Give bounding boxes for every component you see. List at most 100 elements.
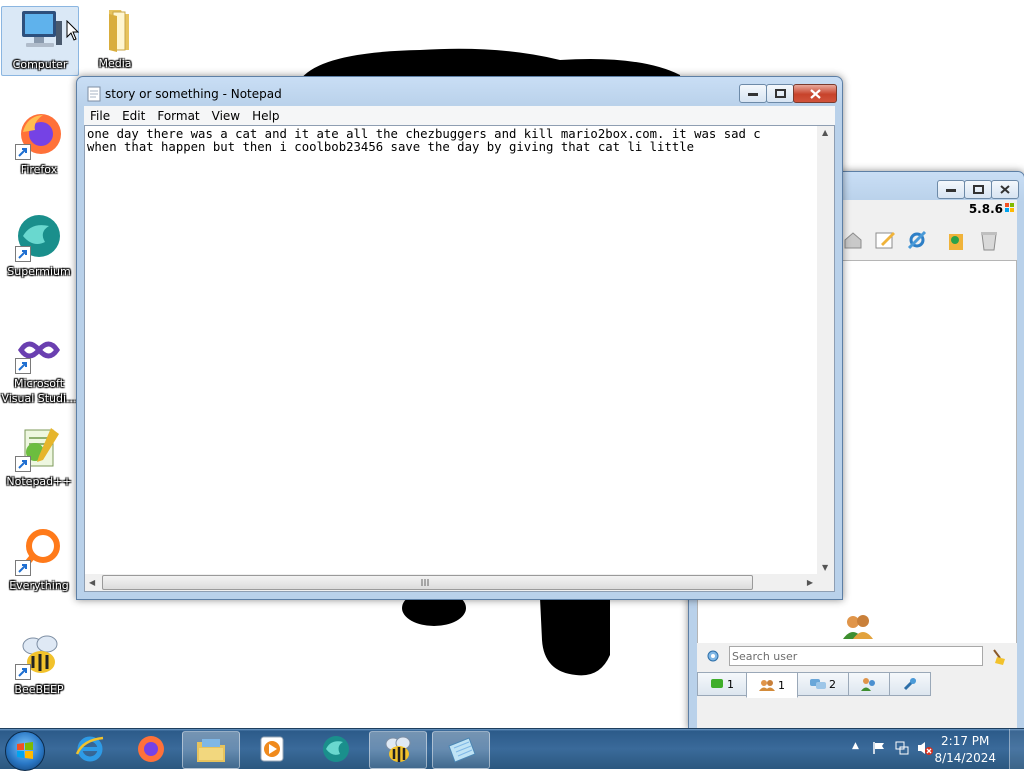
- beebeep-bottom-area: Search user 1 1 2: [697, 643, 1017, 728]
- show-hidden-icons-icon[interactable]: ▲: [852, 741, 859, 751]
- trash-icon[interactable]: [977, 228, 1001, 252]
- users-exit-icon[interactable]: [945, 228, 969, 252]
- taskbar: ▲ 2:17 PM 8/14/2024: [0, 728, 1024, 771]
- search-settings-icon[interactable]: [706, 649, 720, 663]
- maximize-button[interactable]: [964, 180, 992, 199]
- windows-flag-icon: [1005, 203, 1014, 212]
- text-editor[interactable]: one day there was a cat and it ate all t…: [84, 125, 835, 592]
- search-user-input[interactable]: Search user: [729, 646, 983, 666]
- clock-time: 2:17 PM: [941, 734, 990, 748]
- menu-format[interactable]: Format: [151, 109, 205, 123]
- shortcut-arrow-icon: [15, 144, 31, 160]
- volume-muted-icon[interactable]: [916, 740, 934, 756]
- taskbar-media-player[interactable]: [244, 731, 300, 767]
- menu-bar: File Edit Format View Help: [84, 106, 835, 125]
- tab-count: 1: [778, 678, 785, 692]
- taskbar-notepad[interactable]: [432, 731, 490, 769]
- chat-icon: [711, 679, 723, 688]
- clock[interactable]: 2:17 PM 8/14/2024: [934, 733, 996, 767]
- edit-note-icon[interactable]: [873, 228, 897, 252]
- messages-icon: [810, 679, 826, 689]
- menu-help[interactable]: Help: [246, 109, 285, 123]
- menu-view[interactable]: View: [206, 109, 246, 123]
- desktop-icon-label: Supermium: [7, 265, 71, 278]
- visual-studio-icon: [15, 326, 63, 374]
- scroll-left-arrow-icon[interactable]: ◀: [89, 578, 95, 587]
- desktop-icon-everything[interactable]: Everything: [1, 528, 77, 593]
- settings-tools-icon[interactable]: [905, 228, 929, 252]
- desktop-icon-supermium[interactable]: Supermium: [1, 214, 77, 279]
- desktop-icon-label: Everything: [9, 579, 69, 592]
- desktop-icon-label: BeeBEEP: [14, 683, 64, 696]
- home-icon[interactable]: [841, 228, 865, 252]
- beebeep-icon: [15, 632, 63, 680]
- close-button[interactable]: [793, 84, 837, 103]
- tab-count: 2: [829, 677, 836, 691]
- clock-date: 8/14/2024: [934, 751, 996, 765]
- beebeep-icon: [385, 736, 411, 762]
- version-label: 5.8.6: [968, 202, 1003, 216]
- taskbar-ie[interactable]: [62, 731, 118, 767]
- notepad-titlebar[interactable]: story or something - Notepad: [77, 77, 842, 105]
- action-center-flag-icon[interactable]: [872, 741, 886, 755]
- beebeep-tabs: 1 1 2: [697, 672, 931, 698]
- taskbar-supermium[interactable]: [308, 731, 364, 767]
- media-player-icon: [260, 736, 284, 762]
- scrollbar-corner: [817, 574, 834, 591]
- groups-icon: [861, 678, 875, 691]
- horizontal-scrollbar[interactable]: ◀ ▶: [85, 574, 817, 591]
- tab-count: 1: [727, 677, 734, 691]
- tab-messages[interactable]: 2: [797, 672, 849, 696]
- minimize-button[interactable]: [937, 180, 965, 199]
- taskbar-explorer[interactable]: [182, 731, 240, 769]
- text-line: when that happen but then i coolbob23456…: [87, 140, 695, 154]
- shortcut-arrow-icon: [15, 358, 31, 374]
- desktop-icon-label: Media: [98, 57, 132, 70]
- clear-search-icon[interactable]: [991, 648, 1007, 666]
- desktop-icon-media[interactable]: Media: [77, 6, 153, 71]
- maximize-button[interactable]: [766, 84, 794, 103]
- desktop-icon-notepadpp[interactable]: Notepad++: [1, 424, 77, 489]
- menu-edit[interactable]: Edit: [116, 109, 151, 123]
- close-button[interactable]: [991, 180, 1019, 199]
- minimize-button[interactable]: [739, 84, 767, 103]
- users-icon: [759, 680, 775, 691]
- grip-icon: [421, 579, 429, 586]
- desktop-icon-beebeep[interactable]: BeeBEEP: [1, 632, 77, 697]
- firefox-icon: [15, 112, 63, 160]
- taskbar-firefox[interactable]: [123, 731, 179, 767]
- plugin-icon: [903, 677, 917, 691]
- window-title: story or something - Notepad: [105, 87, 282, 101]
- supermium-icon: [15, 214, 63, 262]
- desktop-icon-firefox[interactable]: Firefox: [1, 112, 77, 177]
- folder-icon: [91, 6, 139, 54]
- tab-plugins[interactable]: [889, 672, 931, 696]
- desktop-icon-label: Microsoft Visual Studi...: [1, 377, 77, 405]
- network-icon[interactable]: [894, 740, 910, 756]
- menu-file[interactable]: File: [84, 109, 116, 123]
- shortcut-arrow-icon: [15, 560, 31, 576]
- supermium-icon: [323, 736, 349, 762]
- show-desktop-button[interactable]: [1009, 729, 1024, 769]
- scroll-up-arrow-icon[interactable]: ▲: [822, 128, 828, 137]
- editor-content[interactable]: one day there was a cat and it ate all t…: [87, 128, 816, 573]
- users-group-icon: [843, 615, 873, 639]
- desktop-icon-label: Firefox: [20, 163, 58, 176]
- start-button[interactable]: [5, 731, 45, 771]
- desktop-icon-visual-studio[interactable]: Microsoft Visual Studi...: [1, 326, 77, 406]
- shortcut-arrow-icon: [15, 246, 31, 262]
- shortcut-arrow-icon: [15, 664, 31, 680]
- notepad-window[interactable]: story or something - Notepad File Edit F…: [76, 76, 843, 600]
- scroll-down-arrow-icon[interactable]: ▼: [822, 563, 828, 572]
- tab-users[interactable]: 1: [746, 672, 798, 698]
- notepad-icon: [448, 737, 476, 763]
- taskbar-beebeep[interactable]: [369, 731, 427, 769]
- notepadpp-icon: [15, 424, 63, 472]
- vertical-scrollbar[interactable]: ▲ ▼: [817, 126, 834, 574]
- windows-logo-icon: [17, 742, 33, 759]
- folder-icon: [197, 739, 225, 762]
- tab-chats[interactable]: 1: [697, 672, 747, 696]
- horizontal-scroll-thumb[interactable]: [102, 575, 753, 590]
- scroll-right-arrow-icon[interactable]: ▶: [807, 578, 813, 587]
- tab-groups[interactable]: [848, 672, 890, 696]
